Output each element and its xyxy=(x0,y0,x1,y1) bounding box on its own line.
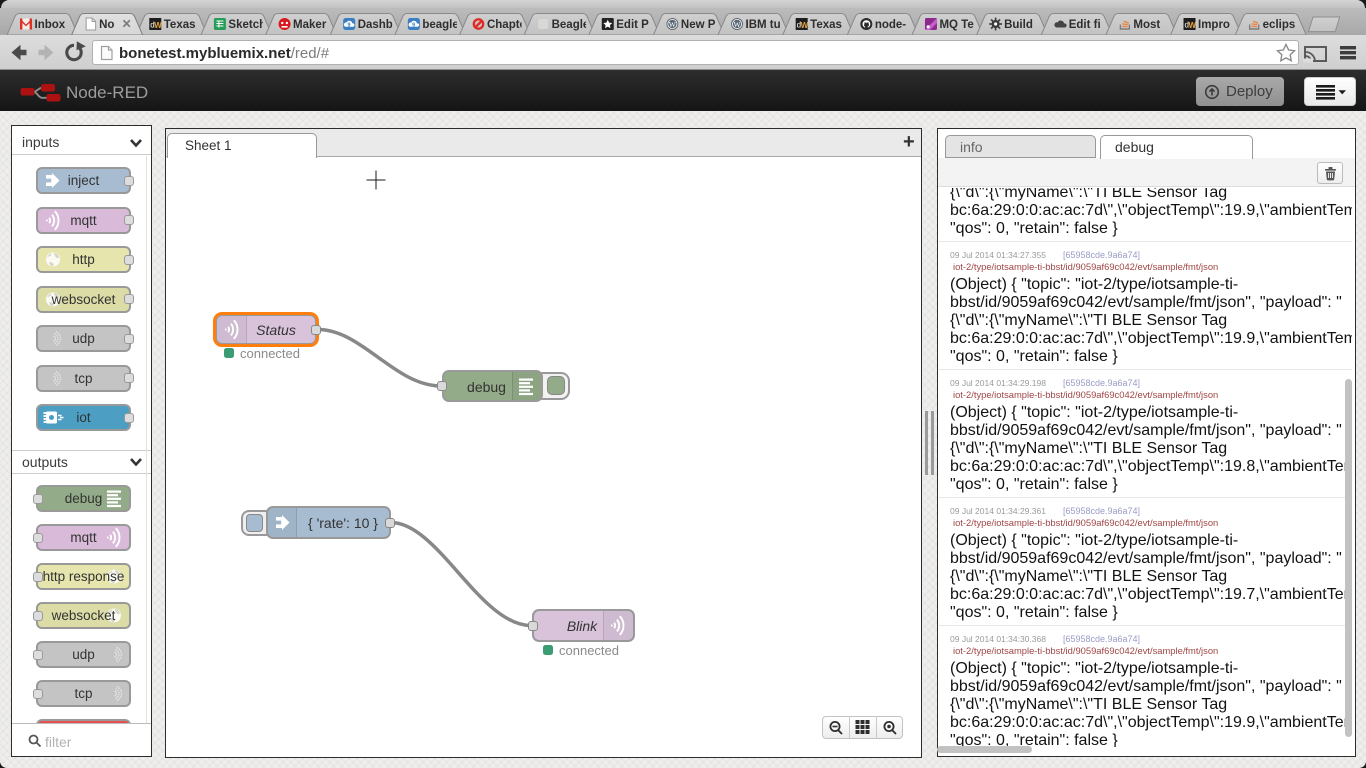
svg-text:Inbox: Inbox xyxy=(35,19,66,31)
svg-text:Chapte: Chapte xyxy=(487,19,526,31)
svg-text:Most: Most xyxy=(1133,19,1160,31)
svg-text:Beagle: Beagle xyxy=(552,19,590,31)
svg-text:node-: node- xyxy=(875,19,906,31)
svg-text:beagle: beagle xyxy=(422,19,458,31)
svg-text:Edit fi: Edit fi xyxy=(1069,19,1101,31)
svg-text:MQ Te: MQ Te xyxy=(939,19,973,31)
svg-text:Impro: Impro xyxy=(1198,19,1230,31)
svg-text:W: W xyxy=(733,20,741,29)
svg-text:IBM tu: IBM tu xyxy=(746,19,781,31)
svg-text:New P: New P xyxy=(681,19,716,31)
svg-text:eclips: eclips xyxy=(1263,19,1296,31)
svg-text:Sketch: Sketch xyxy=(228,19,266,31)
svg-text:W: W xyxy=(669,20,677,29)
svg-text:Build: Build xyxy=(1004,19,1033,31)
svg-text:No: No xyxy=(99,19,114,31)
svg-text:Dashb: Dashb xyxy=(358,19,393,31)
svg-text:Texas: Texas xyxy=(164,19,196,31)
svg-text:Edit P: Edit P xyxy=(616,19,649,31)
svg-text:Maker: Maker xyxy=(293,19,327,31)
svg-text:Texas: Texas xyxy=(810,19,842,31)
svg-text:W: W xyxy=(154,21,162,30)
svg-text:W: W xyxy=(801,21,809,30)
svg-text:W: W xyxy=(1189,21,1197,30)
svg-text:9: 9 xyxy=(348,23,351,29)
svg-text:9: 9 xyxy=(412,23,415,29)
